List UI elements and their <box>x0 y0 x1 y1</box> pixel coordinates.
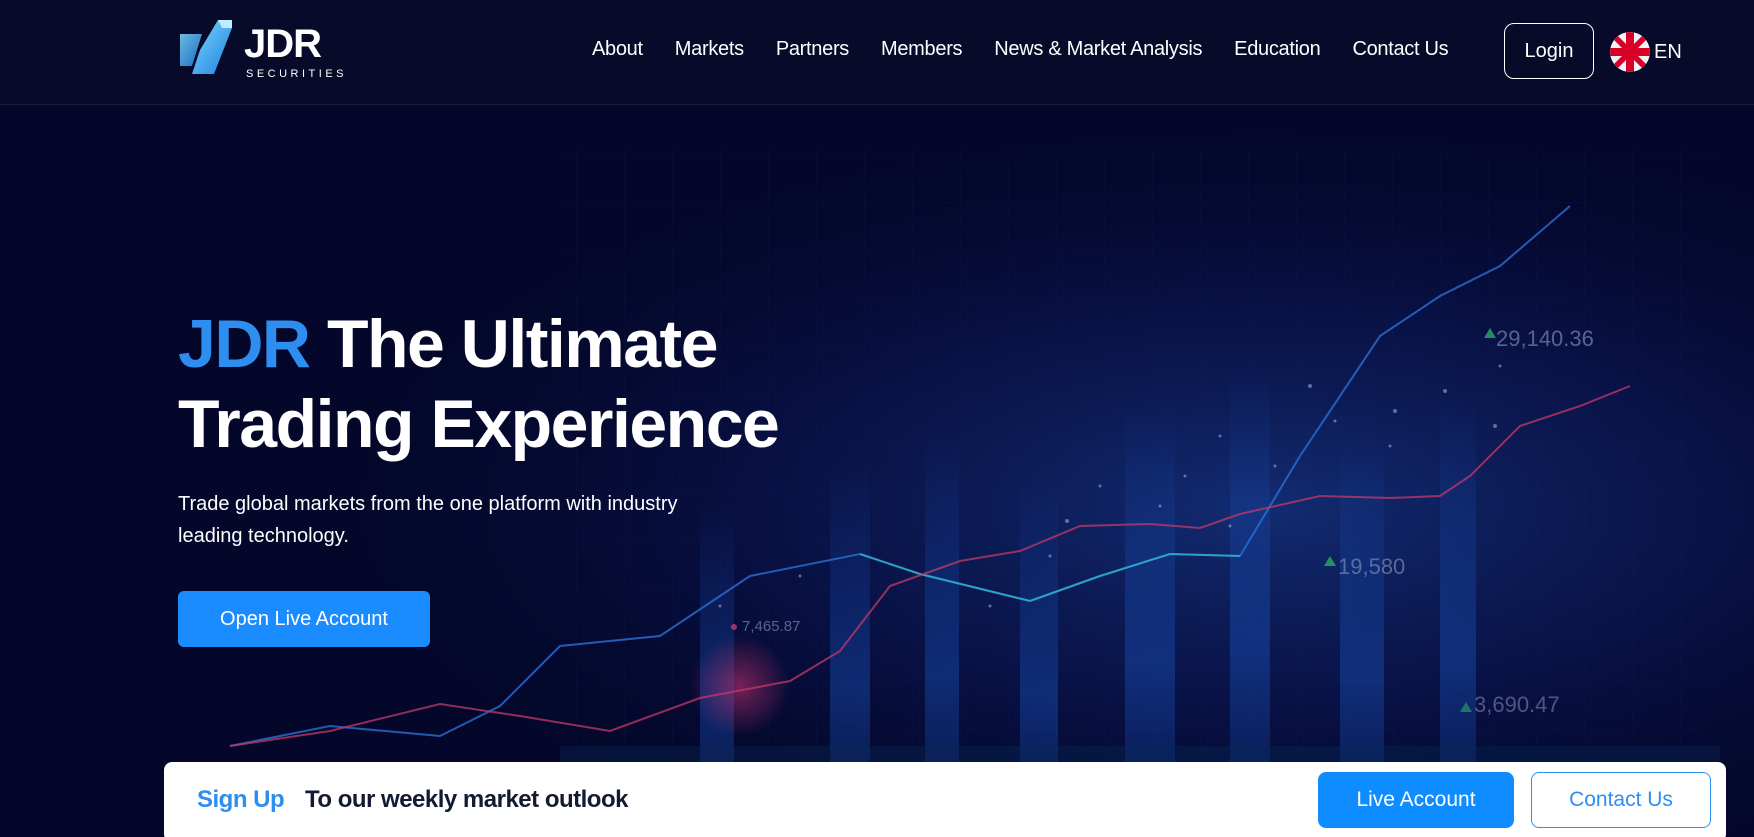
ticker-value: 7,465.87 <box>742 618 800 635</box>
newsletter-signup-bar: Sign Up To our weekly market outlook Liv… <box>164 762 1726 837</box>
language-selector[interactable]: EN <box>1610 32 1682 72</box>
main-nav: About Markets Partners Members News & Ma… <box>592 38 1480 61</box>
brand-subtitle: SECURITIES <box>246 68 348 80</box>
hero-title-line2: Trading Experience <box>178 386 780 462</box>
jdr-logo-icon <box>180 20 232 74</box>
nav-item-members[interactable]: Members <box>881 38 963 61</box>
signup-description: To our weekly market outlook <box>305 786 628 813</box>
hero-section: 29,140.36 19,580 7,465.87 3,690.47 JDR T… <box>0 106 1754 837</box>
contact-us-button[interactable]: Contact Us <box>1531 772 1711 828</box>
nav-item-about[interactable]: About <box>592 38 643 61</box>
signup-link[interactable]: Sign Up <box>197 786 285 814</box>
hero-title-line1: The Ultimate <box>309 306 719 382</box>
uk-flag-icon <box>1610 32 1650 72</box>
language-label: EN <box>1654 40 1682 63</box>
hero-subtitle: Trade global markets from the one platfo… <box>178 493 678 547</box>
hero-title: JDR The Ultimate Trading Experience <box>178 304 878 464</box>
nav-item-education[interactable]: Education <box>1234 38 1321 61</box>
brand-name: JDR <box>244 22 322 66</box>
brand-logo[interactable]: JDR SECURITIES <box>178 20 344 82</box>
login-button[interactable]: Login <box>1504 23 1594 79</box>
ticker-value: 19,580 <box>1338 554 1405 579</box>
nav-item-partners[interactable]: Partners <box>776 38 849 61</box>
nav-item-markets[interactable]: Markets <box>675 38 744 61</box>
nav-item-news-market-analysis[interactable]: News & Market Analysis <box>994 38 1202 61</box>
site-header: JDR SECURITIES About Markets Partners Me… <box>0 0 1754 105</box>
live-account-button[interactable]: Live Account <box>1318 772 1514 828</box>
ticker-value: 29,140.36 <box>1496 326 1594 351</box>
hero-chart-background: 29,140.36 19,580 7,465.87 3,690.47 <box>0 106 1754 837</box>
hero-title-accent: JDR <box>178 306 311 382</box>
open-live-account-button[interactable]: Open Live Account <box>178 591 430 647</box>
nav-item-contact-us[interactable]: Contact Us <box>1352 38 1448 61</box>
ticker-value: 3,690.47 <box>1474 692 1560 717</box>
